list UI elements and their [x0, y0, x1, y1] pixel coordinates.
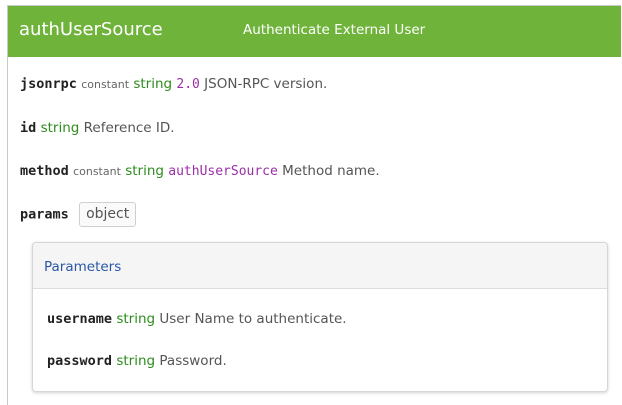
method-card: authUserSource Authenticate External Use…: [7, 5, 621, 405]
parameters-panel: Parameters username string User Name to …: [32, 242, 608, 392]
field-value: 2.0: [176, 77, 200, 92]
method-header: authUserSource Authenticate External Use…: [8, 6, 621, 57]
field-type: string: [116, 353, 156, 369]
field-description: Password.: [159, 353, 227, 369]
param-password: password string Password.: [47, 353, 227, 369]
params-type-toggle[interactable]: object: [79, 202, 137, 227]
field-id: id string Reference ID.: [20, 120, 175, 136]
field-type: string: [125, 163, 164, 179]
field-description: Method name.: [282, 163, 380, 179]
field-type: string: [40, 120, 80, 136]
field-name: params: [20, 206, 69, 223]
panel-title: Parameters: [44, 259, 122, 275]
constant-label: constant: [81, 78, 130, 91]
panel-heading: Parameters: [33, 243, 607, 289]
field-name: jsonrpc: [20, 76, 77, 92]
field-jsonrpc: jsonrpc constant string 2.0 JSON-RPC ver…: [20, 76, 327, 92]
method-description: Authenticate External User: [243, 22, 426, 38]
field-params: params object: [20, 202, 137, 227]
constant-label: constant: [73, 165, 121, 178]
field-name: password: [47, 353, 113, 369]
field-description: Reference ID.: [83, 120, 175, 136]
field-method: method constant string authUserSource Me…: [20, 163, 380, 179]
field-name: username: [47, 311, 113, 327]
field-value: authUserSource: [168, 164, 278, 179]
field-name: method: [20, 163, 69, 179]
field-description: JSON-RPC version.: [204, 76, 328, 92]
field-description: User Name to authenticate.: [159, 311, 347, 327]
field-type: string: [133, 76, 173, 92]
field-name: id: [20, 120, 37, 136]
method-name: authUserSource: [19, 19, 163, 40]
param-username: username string User Name to authenticat…: [47, 311, 347, 327]
field-type: string: [116, 311, 156, 327]
